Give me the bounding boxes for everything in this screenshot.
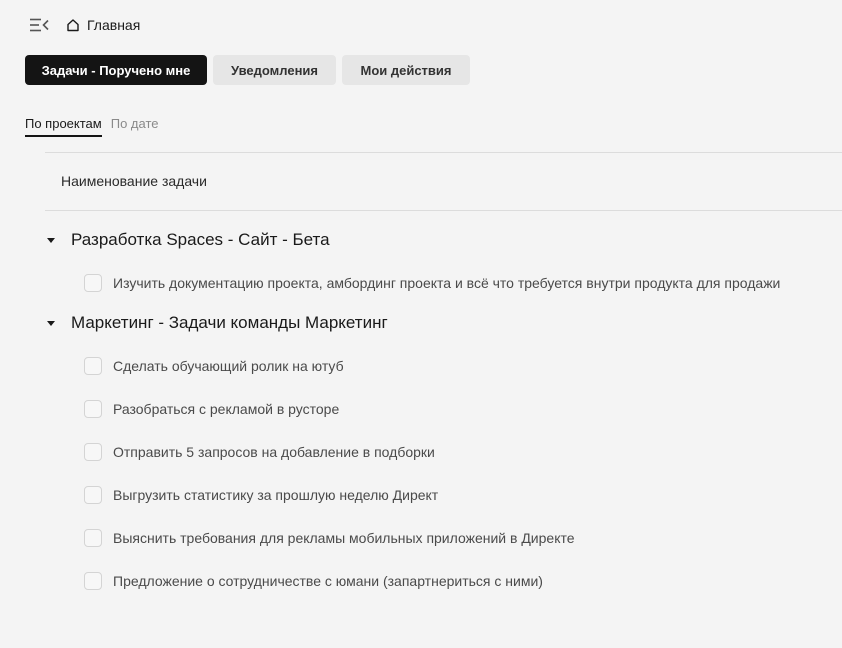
task-title[interactable]: Изучить документацию проекта, амбординг … (113, 275, 780, 291)
task-checkbox[interactable] (84, 357, 102, 375)
task-title[interactable]: Сделать обучающий ролик на ютуб (113, 358, 344, 374)
task-checkbox[interactable] (84, 400, 102, 418)
task-row: Отправить 5 запросов на добавление в под… (84, 441, 435, 463)
task-row: Выгрузить статистику за прошлую неделю Д… (84, 484, 438, 506)
tasks-page: Главная Задачи - Поручено мне Уведомлени… (0, 0, 842, 648)
task-row: Изучить документацию проекта, амбординг … (84, 272, 780, 294)
task-title[interactable]: Выяснить требования для рекламы мобильны… (113, 530, 575, 546)
menu-collapse-icon[interactable] (28, 14, 50, 36)
table-divider-top (45, 152, 842, 153)
caret-down-icon[interactable] (45, 317, 57, 329)
tab-assigned-to-me[interactable]: Задачи - Поручено мне (25, 55, 207, 85)
task-checkbox[interactable] (84, 572, 102, 590)
tab-notifications[interactable]: Уведомления (213, 55, 336, 85)
task-title[interactable]: Отправить 5 запросов на добавление в под… (113, 444, 435, 460)
grouping-tabs: По проектам По дате (25, 116, 168, 137)
task-row: Предложение о сотрудничестве с юмани (за… (84, 570, 543, 592)
home-icon (66, 18, 80, 32)
top-bar: Главная (28, 12, 140, 38)
table-divider-bottom (45, 210, 842, 211)
task-row: Разобраться с рекламой в русторе (84, 398, 339, 420)
project-group-header: Разработка Spaces - Сайт - Бета (45, 230, 330, 250)
task-checkbox[interactable] (84, 486, 102, 504)
task-title[interactable]: Выгрузить статистику за прошлую неделю Д… (113, 487, 438, 503)
tab-my-actions[interactable]: Мои действия (342, 55, 470, 85)
task-title[interactable]: Предложение о сотрудничестве с юмани (за… (113, 573, 543, 589)
task-checkbox[interactable] (84, 443, 102, 461)
column-header-task-name: Наименование задачи (61, 173, 207, 189)
task-row: Выяснить требования для рекламы мобильны… (84, 527, 575, 549)
breadcrumb-home[interactable]: Главная (66, 17, 140, 33)
main-tabs: Задачи - Поручено мне Уведомления Мои де… (25, 55, 476, 85)
breadcrumb-label: Главная (87, 17, 141, 33)
subtab-by-project[interactable]: По проектам (25, 116, 102, 137)
project-group-header: Маркетинг - Задачи команды Маркетинг (45, 313, 388, 333)
subtab-by-date[interactable]: По дате (111, 116, 159, 137)
task-row: Сделать обучающий ролик на ютуб (84, 355, 344, 377)
task-checkbox[interactable] (84, 274, 102, 292)
project-group-title: Маркетинг - Задачи команды Маркетинг (71, 313, 388, 332)
task-checkbox[interactable] (84, 529, 102, 547)
project-group-title: Разработка Spaces - Сайт - Бета (71, 230, 330, 249)
caret-down-icon[interactable] (45, 234, 57, 246)
task-title[interactable]: Разобраться с рекламой в русторе (113, 401, 339, 417)
